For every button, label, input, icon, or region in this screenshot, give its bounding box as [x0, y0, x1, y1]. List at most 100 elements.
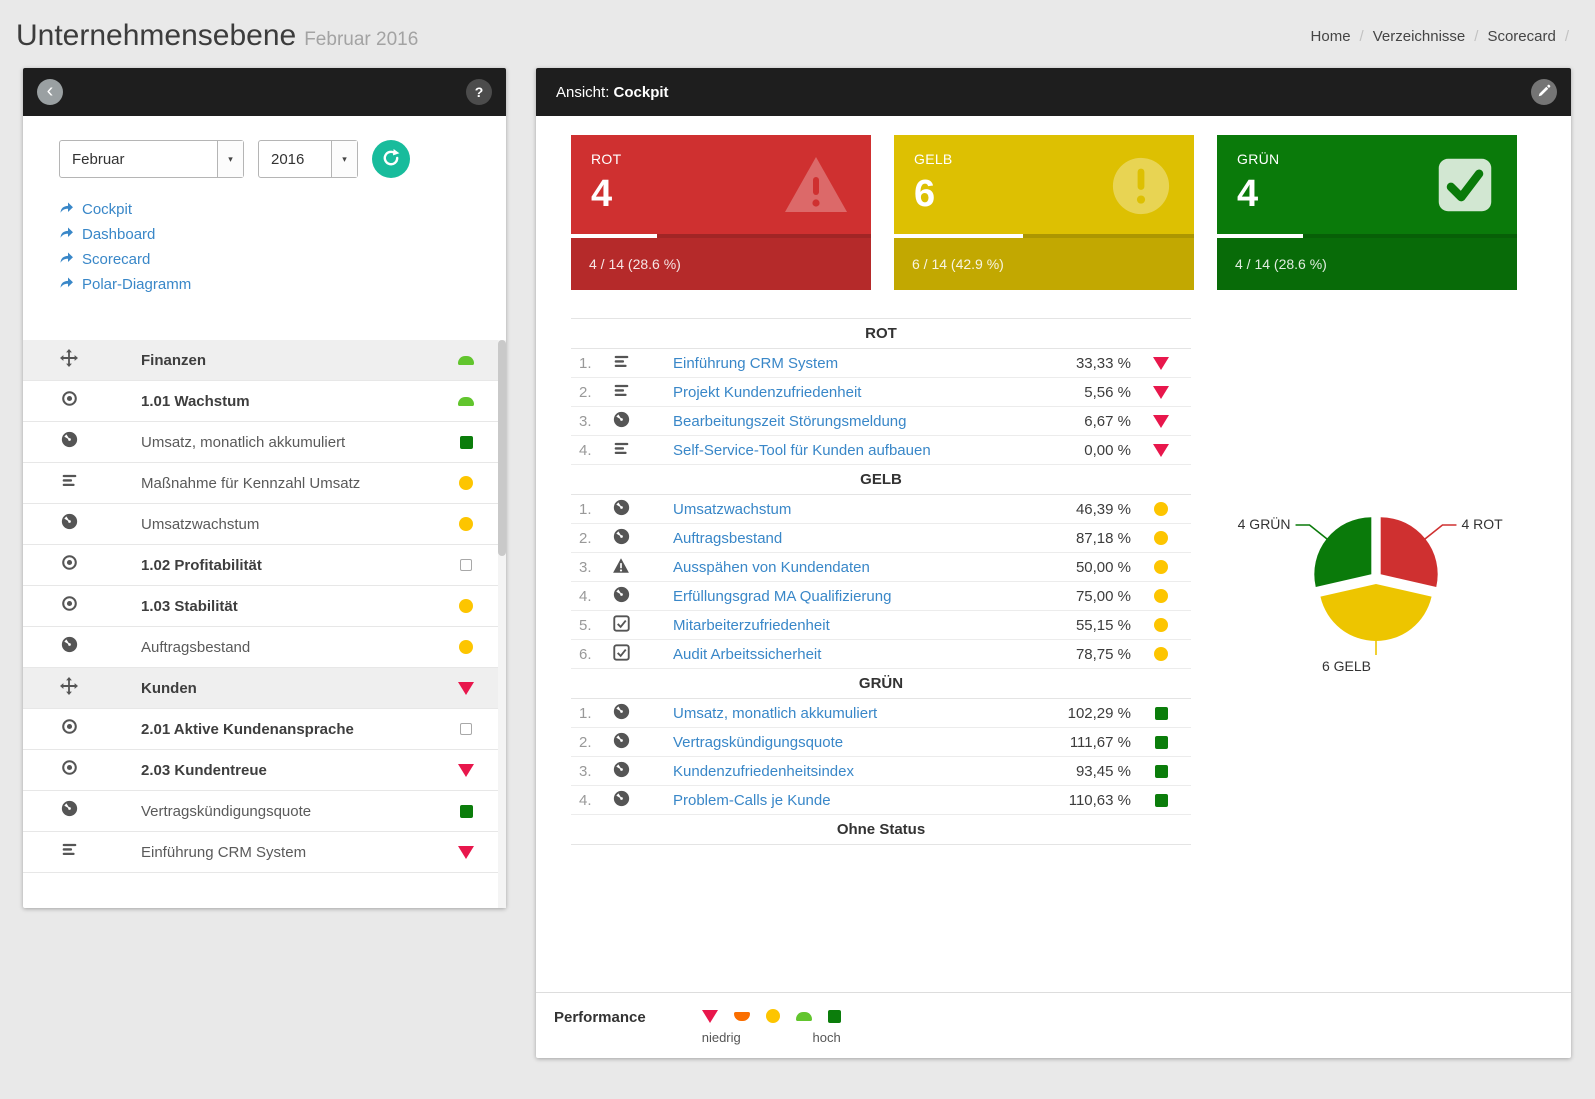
pie-slice-rot[interactable] — [1381, 517, 1438, 587]
tree-row[interactable]: Auftragsbestand — [23, 627, 506, 668]
status-square-green — [1155, 736, 1168, 749]
section-item-row: 3.Kundenzufriedenheitsindex93,45 % — [571, 757, 1191, 786]
tree-row[interactable]: 1.01 Wachstum — [23, 381, 506, 422]
section-title-gelb: GELB — [571, 465, 1191, 495]
tree-row-status-cell — [444, 805, 488, 818]
performance-legend-labels: niedrig hoch — [702, 1030, 841, 1045]
month-select[interactable]: Februar ▾ — [59, 140, 244, 178]
tree-row[interactable]: 1.02 Profitabilität — [23, 545, 506, 586]
kpi-card-rot[interactable]: ROT44 / 14 (28.6 %) — [571, 135, 871, 290]
pie-slice-grün[interactable] — [1314, 517, 1371, 587]
tree-row-label: Finanzen — [141, 352, 206, 369]
tree-row-status-cell — [444, 764, 488, 777]
cockpit-content: ROT1.Einführung CRM System33,33 %2.Proje… — [536, 290, 1571, 992]
tree-row[interactable]: Vertragskündigungsquote — [23, 791, 506, 832]
tree-row[interactable]: Umsatz, monatlich akkumuliert — [23, 422, 506, 463]
collapse-button[interactable]: ‹ — [37, 79, 63, 105]
tree-row-label: 1.03 Stabilität — [141, 598, 238, 615]
tree-row-label: Umsatzwachstum — [141, 516, 259, 533]
section-item-link[interactable]: Ausspähen von Kundendaten — [673, 559, 1041, 576]
view-link-dashboard[interactable]: Dashboard — [59, 225, 506, 244]
breadcrumb-separator: / — [1565, 28, 1569, 45]
section-item-link[interactable]: Bearbeitungszeit Störungsmeldung — [673, 413, 1041, 430]
view-link-label: Cockpit — [82, 201, 132, 218]
kpi-card-gelb[interactable]: GELB66 / 14 (42.9 %) — [894, 135, 1194, 290]
scorecard-panel: ‹ ? Februar ▾ 2016 ▾ Cock — [23, 68, 506, 908]
tree-row-icon-cell — [49, 841, 89, 863]
section-item-row: 6.Audit Arbeitssicherheit78,75 % — [571, 640, 1191, 669]
view-link-item: Scorecard — [59, 250, 506, 269]
status-circle-yellow — [766, 1009, 780, 1023]
section-item-status-cell — [1131, 357, 1191, 370]
pencil-icon — [1537, 84, 1551, 101]
tree-row[interactable]: Finanzen — [23, 340, 506, 381]
status-square-green — [460, 436, 473, 449]
year-select[interactable]: 2016 ▾ — [258, 140, 358, 178]
tree-row[interactable]: Maßnahme für Kennzahl Umsatz — [23, 463, 506, 504]
section-item-value: 0,00 % — [1041, 442, 1131, 459]
section-item-number: 2. — [571, 530, 599, 547]
tree-row[interactable]: 2.03 Kundentreue — [23, 750, 506, 791]
breadcrumb-link-home[interactable]: Home — [1311, 28, 1351, 45]
section-item-row: 4.Erfüllungsgrad MA Qualifizierung75,00 … — [571, 582, 1191, 611]
section-item-value: 75,00 % — [1041, 588, 1131, 605]
status-circle-yellow — [1154, 560, 1168, 574]
section-item-link[interactable]: Auftragsbestand — [673, 530, 1041, 547]
breadcrumb-link-verzeichnisse[interactable]: Verzeichnisse — [1373, 28, 1466, 45]
status-circle-yellow — [459, 517, 473, 531]
section-item-icon-cell — [599, 528, 643, 549]
status-triangle-red — [458, 846, 474, 859]
kpi-card-grün[interactable]: GRÜN44 / 14 (28.6 %) — [1217, 135, 1517, 290]
refresh-button[interactable] — [372, 140, 410, 178]
section-item-link[interactable]: Kundenzufriedenheitsindex — [673, 763, 1041, 780]
scrollbar-thumb[interactable] — [498, 340, 506, 556]
view-link-polar-diagramm[interactable]: Polar-Diagramm — [59, 275, 506, 294]
view-link-scorecard[interactable]: Scorecard — [59, 250, 506, 269]
section-item-link[interactable]: Einführung CRM System — [673, 355, 1041, 372]
section-item-link[interactable]: Umsatzwachstum — [673, 501, 1041, 518]
main-layout: ‹ ? Februar ▾ 2016 ▾ Cock — [0, 66, 1595, 1058]
goal-icon — [61, 595, 78, 617]
section-item-icon-cell — [599, 557, 643, 578]
edit-button[interactable] — [1531, 79, 1557, 105]
app-page: UnternehmensebeneFebruar 2016 Home/Verze… — [0, 0, 1595, 1099]
status-circle-yellow — [1154, 647, 1168, 661]
measure-icon — [613, 732, 630, 753]
section-item-link[interactable]: Mitarbeiterzufriedenheit — [673, 617, 1041, 634]
help-button[interactable]: ? — [466, 79, 492, 105]
section-item-link[interactable]: Projekt Kundenzufriedenheit — [673, 384, 1041, 401]
tree-row[interactable]: Umsatzwachstum — [23, 504, 506, 545]
section-item-icon-cell — [599, 499, 643, 520]
tree-row-icon-cell — [49, 595, 89, 617]
tree-row-status-cell — [444, 356, 488, 365]
tree-row-label: 2.03 Kundentreue — [141, 762, 267, 779]
breadcrumb-link-scorecard[interactable]: Scorecard — [1487, 28, 1555, 45]
perspective-icon — [60, 677, 78, 700]
tree-row-status-cell — [444, 599, 488, 613]
pie-slice-gelb[interactable] — [1320, 584, 1431, 641]
goal-icon — [61, 759, 78, 781]
kpi-card-top: GRÜN4 — [1217, 135, 1517, 234]
section-item-link[interactable]: Erfüllungsgrad MA Qualifizierung — [673, 588, 1041, 605]
tree-row-icon-cell — [49, 472, 89, 494]
status-triangle-red — [1153, 444, 1169, 457]
tree-row[interactable]: 1.03 Stabilität — [23, 586, 506, 627]
section-item-icon-cell — [599, 353, 643, 374]
help-icon: ? — [475, 84, 484, 100]
view-label-value: Cockpit — [614, 84, 669, 101]
section-item-link[interactable]: Umsatz, monatlich akkumuliert — [673, 705, 1041, 722]
month-select-value: Februar — [60, 141, 217, 177]
tree-row-status-cell — [444, 517, 488, 531]
section-item-link[interactable]: Self-Service-Tool für Kunden aufbauen — [673, 442, 1041, 459]
scorecard-tree-rows: Finanzen 1.01 WachstumUmsatz, monatlich a… — [23, 340, 506, 873]
chevron-down-icon: ▾ — [331, 141, 357, 177]
section-item-link[interactable]: Problem-Calls je Kunde — [673, 792, 1041, 809]
section-item-link[interactable]: Audit Arbeitssicherheit — [673, 646, 1041, 663]
section-item-link[interactable]: Vertragskündigungsquote — [673, 734, 1041, 751]
tree-row[interactable]: 2.01 Aktive Kundenansprache — [23, 709, 506, 750]
tree-row[interactable]: Kunden — [23, 668, 506, 709]
tree-row-status-cell — [444, 723, 488, 735]
section-item-row: 1.Einführung CRM System33,33 % — [571, 349, 1191, 378]
view-link-cockpit[interactable]: Cockpit — [59, 200, 506, 219]
tree-row[interactable]: Einführung CRM System — [23, 832, 506, 873]
